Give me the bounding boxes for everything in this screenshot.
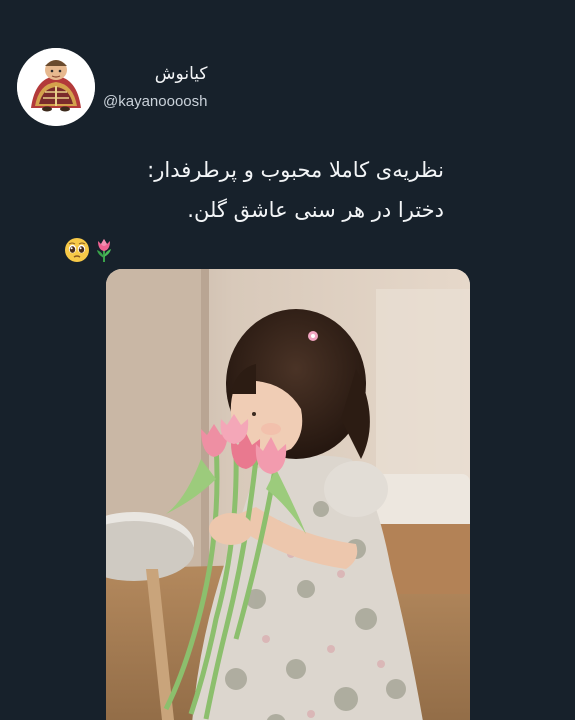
tweet-line-2: دخترا در هر سنی عاشق گلن. <box>187 198 444 222</box>
cartoon-character-avatar-icon <box>17 48 95 126</box>
tweet-screenshot: کیانوش @kayanoooosh نظریه‌ی کاملا محبوب … <box>0 0 575 720</box>
user-handle[interactable]: @kayanoooosh <box>103 92 207 112</box>
girl-smelling-tulips-photo <box>106 269 470 720</box>
tulip-icon <box>97 239 111 262</box>
tweet-line-1: نظریه‌ی کاملا محبوب و پرطرفدار: <box>147 158 444 182</box>
tweet-text: نظریه‌ی کاملا محبوب و پرطرفدار: دخترا در… <box>64 150 444 270</box>
profile-names: کیانوش @kayanoooosh <box>103 63 207 112</box>
tweet-photo[interactable] <box>106 269 470 720</box>
tweet-header: کیانوش @kayanoooosh <box>17 48 207 126</box>
profile-avatar[interactable] <box>17 48 95 126</box>
pleading-face-icon <box>65 238 89 262</box>
tweet-emojis <box>64 230 444 270</box>
display-name[interactable]: کیانوش <box>155 63 208 85</box>
